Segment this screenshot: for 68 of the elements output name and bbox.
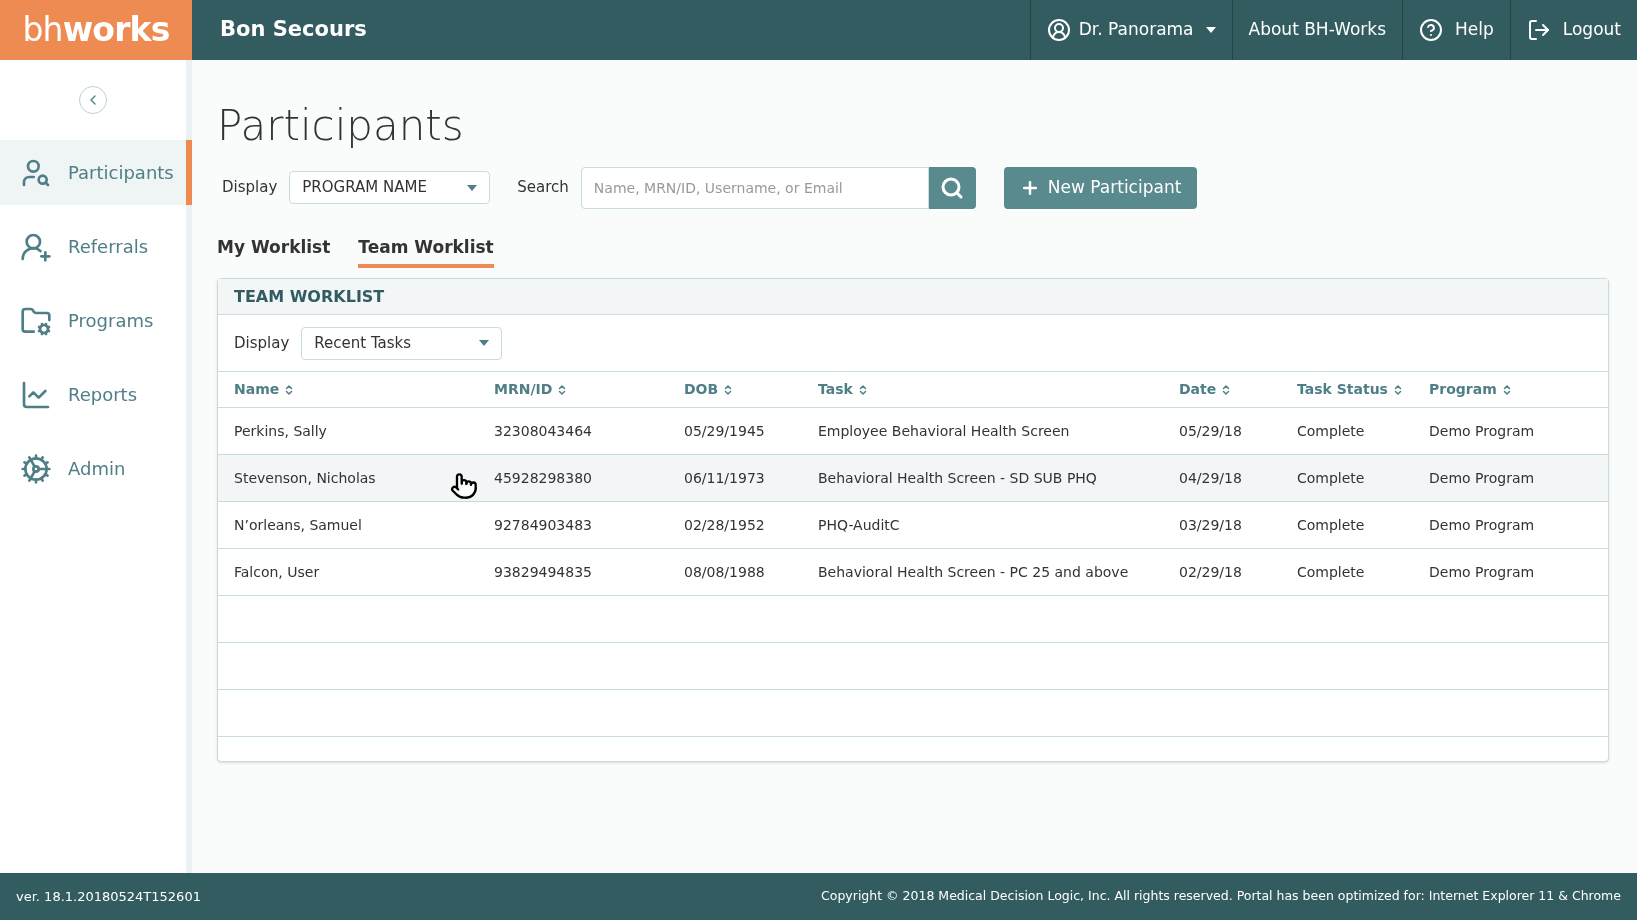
table-cell: Demo Program [1429,470,1535,486]
sidebar-item[interactable]: Programs [0,288,186,353]
table-cell: Perkins, Sally [234,423,327,439]
caret-icon [1205,27,1216,33]
table-cell: 08/08/1988 [684,564,765,580]
caret-icon [479,340,490,346]
table-cell: Behavioral Health Screen - PC 25 and above [818,564,1129,580]
column-header[interactable]: Date [1179,379,1233,400]
table-cell: 93829494835 [494,564,592,580]
table-cell: Demo Program [1429,423,1535,439]
panel-title: TEAM WORKLIST [234,285,385,308]
table-cell: Stevenson, Nicholas [234,470,376,486]
sidebar-item[interactable]: Reports [0,362,186,427]
table-row[interactable]: Falcon, User 93829494835 08/08/1988 Behavioral Health Screen - PC 25 and above 02/29/18 Complete Demo Program [218,549,1608,596]
table-cell: N’orleans, Samuel [234,517,362,533]
logo[interactable]: bhworks [0,0,192,60]
table-cell: Complete [1297,470,1365,486]
table-cell: 05/29/18 [1179,423,1242,439]
table-cell: 03/29/18 [1179,517,1242,533]
column-header[interactable]: MRN/ID [494,379,569,400]
display-label: Display [234,332,290,354]
table-cell: PHQ-AuditC [818,517,900,533]
table-cell: Demo Program [1429,564,1535,580]
table-cell: 92784903483 [494,517,592,533]
column-header[interactable]: Task [818,379,869,400]
table-row[interactable]: Stevenson, Nicholas 45928298380 06/11/1973 Behavioral Health Screen - SD SUB PHQ 04/29/18 Complete Demo Program [218,455,1608,502]
table-row[interactable]: Perkins, Sally 32308043464 05/29/1945 Employee Behavioral Health Screen 05/29/18 Complete Demo Program [218,408,1608,455]
table-cell: 04/29/18 [1179,470,1242,486]
worklist-tab[interactable]: My Worklist [217,234,331,268]
table-cell: 06/11/1973 [684,470,765,486]
table-cell: 45928298380 [494,470,592,486]
copyright-text: Copyright © 2018 Medical Decision Logic, Inc. All rights reserved. Portal has been optimized for: Internet Explorer 11 & Chrome [821,887,1621,906]
search-icon [940,175,965,200]
sidebar-item[interactable]: Referrals [0,214,186,279]
version-text: ver. 18.1.20180524T152601 [16,887,201,906]
user-avatar-icon [1046,18,1071,42]
table-cell: Complete [1297,517,1365,533]
page-title: Participants [217,100,465,152]
new-participant-button[interactable]: New Participant [1003,166,1198,209]
caret-icon [467,184,478,191]
table-cell: Behavioral Health Screen - SD SUB PHQ [818,470,1097,486]
table-cell: Complete [1297,423,1365,439]
search-field[interactable]: Name, MRN/ID, Username, or Email [580,166,929,209]
column-header[interactable]: Task Status [1297,379,1404,400]
table-cell: Complete [1297,564,1365,580]
column-header[interactable]: Name [234,379,296,400]
logout-icon [1526,18,1551,42]
table-cell: 05/29/1945 [684,423,765,439]
column-header[interactable]: Program [1429,379,1513,400]
table-cell: 32308043464 [494,423,592,439]
search-label: Search [517,177,569,199]
program-dropdown[interactable]: PROGRAM NAME [289,171,491,204]
sidebar-item[interactable]: Admin [0,436,186,501]
worklist-tab[interactable]: Team Worklist [358,234,494,268]
column-header[interactable]: DOB [684,379,735,400]
table-cell: 02/28/1952 [684,517,765,533]
table-cell: Falcon, User [234,564,320,580]
sidebar-item[interactable]: Participants [0,140,192,205]
search-button[interactable] [928,166,976,209]
hand-cursor-icon [450,472,478,500]
table-cell: Employee Behavioral Health Screen [818,423,1070,439]
table-cell: 02/29/18 [1179,564,1242,580]
help-icon [1419,18,1443,42]
table-cell: Demo Program [1429,517,1535,533]
display-label: Display [222,177,278,199]
tasks-dropdown[interactable]: Recent Tasks [301,326,503,360]
table-row[interactable]: N’orleans, Samuel 92784903483 02/28/1952 PHQ-AuditC 03/29/18 Complete Demo Program [218,502,1608,549]
organization-name: Bon Secours [220,16,367,44]
